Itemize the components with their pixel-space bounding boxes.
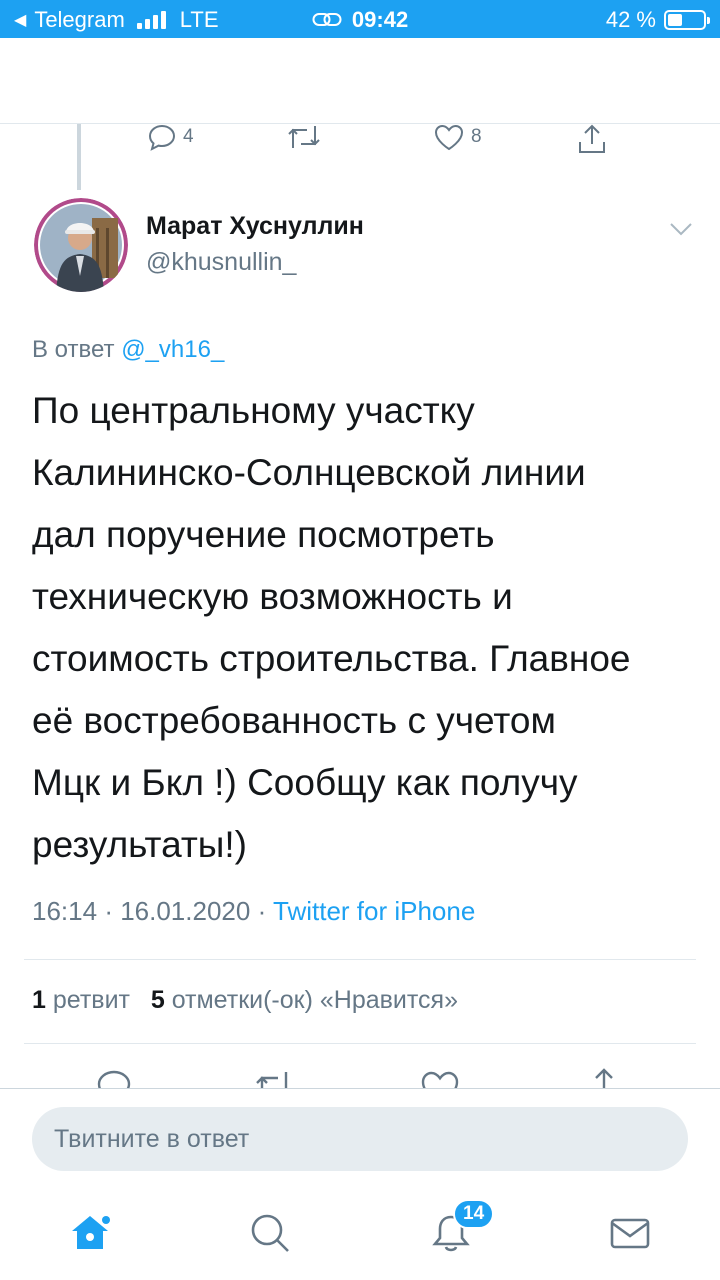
divider <box>24 959 696 960</box>
heart-icon[interactable] <box>419 1068 461 1090</box>
reply-to-link[interactable]: @_vh16_ <box>121 336 224 363</box>
header <box>0 38 720 124</box>
parent-like-button[interactable]: 8 <box>433 122 482 152</box>
retweets-count: 1 <box>32 986 46 1014</box>
chevron-down-icon <box>670 223 692 236</box>
mail-icon <box>610 1218 650 1249</box>
parent-share-button[interactable] <box>575 122 609 156</box>
likes-count: 5 <box>150 986 165 1014</box>
divider <box>24 1043 696 1044</box>
tweet-stats: 1 ретвит 5 отметки(-ок) «Нравится» <box>32 986 458 1015</box>
reply-input-placeholder: Твитните в ответ <box>54 1125 250 1153</box>
search-icon <box>251 1214 289 1252</box>
battery-icon <box>664 10 710 30</box>
tweet-time: 16:14 <box>32 896 98 926</box>
parent-retweet-button[interactable] <box>285 122 323 152</box>
clock: 09:42 <box>351 7 409 32</box>
tweet-text-line: Мцк и Бкл !) Сообщу как получу <box>32 762 578 803</box>
tweet-actions <box>0 1064 720 1090</box>
tweet-text-line: Калининско-Солнцевской линии <box>32 452 586 493</box>
tab-search[interactable] <box>248 1211 292 1255</box>
parent-actions: 4 8 <box>145 122 645 162</box>
reply-icon <box>148 124 176 151</box>
status-bar: ◀ Telegram LTE 09:42 42 % <box>0 0 720 38</box>
avatar-image <box>34 198 128 292</box>
link-icon <box>312 13 342 26</box>
retweets-stat[interactable]: 1 ретвит <box>32 986 130 1014</box>
retweets-label: ретвит <box>52 986 130 1014</box>
reply-to-line: В ответ @_vh16_ <box>32 336 224 364</box>
reply-to-prefix: В ответ <box>32 336 115 363</box>
reply-input[interactable]: Твитните в ответ <box>32 1107 688 1171</box>
heart-icon <box>434 124 464 151</box>
tab-messages[interactable] <box>608 1211 652 1255</box>
share-icon <box>579 124 605 153</box>
battery-percent: 42 % <box>605 7 656 32</box>
notifications-badge: 14 <box>453 1199 495 1229</box>
share-icon[interactable] <box>584 1066 624 1090</box>
parent-reply-button[interactable]: 4 <box>147 122 194 152</box>
tweet-text-line: результаты!) <box>32 824 247 865</box>
tweet-date: 16.01.2020 <box>120 896 251 926</box>
tab-bar <box>0 1199 720 1280</box>
tweet-text-line: её востребованность с учетом <box>32 700 556 741</box>
tweet-source-link[interactable]: Twitter for iPhone <box>273 896 475 926</box>
likes-label: отметки(-ок) «Нравится» <box>171 986 458 1014</box>
reply-icon[interactable] <box>94 1068 134 1090</box>
tweet-text-line: дал поручение посмотреть <box>32 514 495 555</box>
retweet-icon[interactable] <box>252 1068 296 1090</box>
tweet-meta: 16:14 · 16.01.2020 · Twitter for iPhone <box>32 896 476 926</box>
tweet-text: По центральному участку Калининско-Солнц… <box>32 380 702 876</box>
parent-reply-count: 4 <box>183 126 194 147</box>
retweet-icon <box>288 126 320 148</box>
tab-home[interactable] <box>68 1211 112 1255</box>
tweet-text-line: техническую возможность и <box>32 576 513 617</box>
thread-line <box>77 124 81 190</box>
more-options-button[interactable] <box>668 220 694 243</box>
tweet-text-line: стоимость строительства. Главное <box>32 638 631 679</box>
parent-like-count: 8 <box>471 126 482 147</box>
likes-stat[interactable]: 5 отметки(-ок) «Нравится» <box>151 986 458 1014</box>
home-icon <box>72 1216 110 1249</box>
author-name[interactable]: Марат Хуснуллин <box>146 212 364 241</box>
bottom-panel: Твитните в ответ <box>0 1088 720 1280</box>
avatar[interactable] <box>34 198 128 292</box>
tweet-text-line: По центральному участку <box>32 390 475 431</box>
author-handle[interactable]: @khusnullin_ <box>146 248 296 277</box>
